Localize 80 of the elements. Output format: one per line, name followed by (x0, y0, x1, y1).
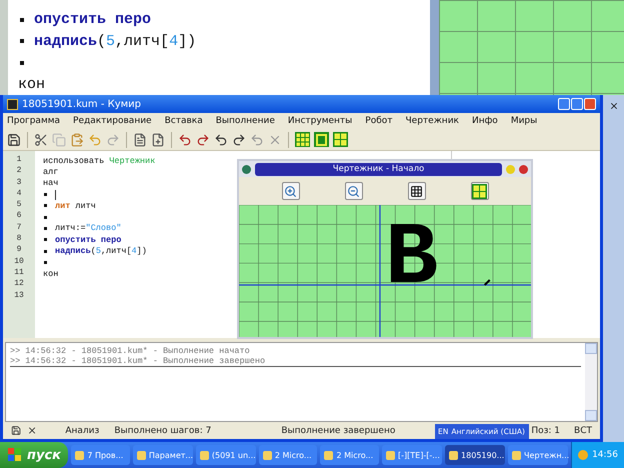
close-icon[interactable] (608, 101, 618, 111)
taskbar-button[interactable]: 1805190... (445, 445, 506, 465)
maximize-button[interactable] (571, 98, 583, 110)
status-text: Анализ (65, 426, 100, 436)
menu-item[interactable]: Выполнение (216, 116, 275, 126)
menu-item[interactable]: Редактирование (73, 116, 152, 126)
frame-icon[interactable] (314, 132, 329, 147)
cut-icon[interactable] (34, 132, 48, 146)
menu-item[interactable]: Инфо (472, 116, 498, 126)
line-number: 13 (13, 290, 25, 302)
line-number: 8 (16, 234, 22, 246)
code-line: опустить перо (43, 234, 122, 246)
code-line: опустить перо (18, 9, 152, 30)
clock: 14:56 (592, 450, 618, 460)
line-number: 9 (16, 245, 22, 256)
minimize-button[interactable] (558, 98, 570, 110)
document-icon[interactable] (133, 132, 147, 146)
paste-icon[interactable] (70, 132, 84, 146)
line-number: 1 (16, 155, 22, 166)
step-icon[interactable] (232, 132, 246, 146)
line-number: 6 (16, 211, 22, 222)
status-text: Выполнение завершено (281, 426, 396, 436)
line-number: 2 (16, 166, 22, 178)
line-number: 11 (13, 268, 25, 279)
close-button[interactable] (519, 164, 528, 174)
code-line: надпись(5,литч[4]) (43, 245, 147, 257)
drawn-letter: В (385, 208, 438, 309)
window-title: 18051901.kum - Кумир (22, 98, 142, 110)
taskbar-button[interactable]: 7 Пров... (71, 445, 130, 465)
menu-item[interactable]: Программа (7, 116, 60, 126)
zoom-out-button[interactable] (344, 182, 362, 200)
close-button[interactable] (584, 98, 596, 110)
menu-item[interactable]: Вставка (164, 116, 203, 126)
code-line: надпись(5,литч[4]) (18, 30, 196, 52)
app-icon (7, 98, 18, 110)
taskbar-button[interactable]: 2 Micro... (258, 445, 318, 465)
log-line: >> 14:56:32 - 18051901.kum* - Выполнение завершено (10, 356, 581, 367)
grid-button[interactable] (408, 182, 426, 200)
log-line: >> 14:56:32 - 18051901.kum* - Выполнение начато (10, 346, 251, 356)
status-text: Выполнено шагов: 7 (114, 426, 212, 436)
taskbar-button[interactable]: (5091 un... (196, 445, 256, 465)
menu-item[interactable]: Чертежник (406, 116, 459, 126)
step-icon[interactable] (196, 132, 210, 146)
code-line: использовать Чертежник (43, 155, 156, 166)
scrollbar[interactable] (585, 343, 597, 421)
line-number: 3 (16, 178, 22, 189)
menu-item[interactable]: Миры (510, 116, 538, 126)
code-editor[interactable]: 1 2 3 4 5 6 7 8 9 10 11 12 13 использовать Чертежник алг нач лит литч литч:="Слово" опустить перо надпись(5,литч[4]) кон Чертежник - Начало В (3, 151, 600, 342)
window-icon (242, 164, 251, 174)
drawer-title: Чертежник - Начало (255, 162, 502, 176)
step-icon[interactable] (214, 132, 228, 146)
line-number: 4 (16, 188, 22, 200)
code-line: кон (18, 74, 46, 95)
save-icon[interactable] (11, 425, 22, 436)
code-line: алг (43, 166, 58, 178)
code-line: кон (43, 268, 58, 280)
document-icon[interactable] (151, 132, 165, 146)
pen-mark (484, 279, 490, 286)
code-line: лит литч (43, 200, 96, 212)
taskbar-button[interactable]: Чертежн... (508, 445, 568, 465)
taskbar-button[interactable]: Парамет... (132, 445, 193, 465)
close-icon[interactable] (27, 425, 38, 436)
menu-item[interactable]: Робот (365, 116, 392, 126)
code-line: нач (43, 178, 58, 189)
code-line: литч:="Слово" (43, 222, 122, 234)
quad-grid-icon[interactable] (333, 132, 348, 147)
menu-item[interactable]: Инструменты (288, 116, 352, 126)
taskbar-button[interactable]: [-][TE]-[-... (382, 445, 442, 465)
flag-icon (8, 448, 22, 462)
save-icon[interactable] (7, 132, 21, 146)
line-number: 7 (16, 222, 22, 234)
line-number: 5 (16, 200, 22, 212)
status-text: ВСТ (574, 426, 592, 436)
line-number: 12 (13, 279, 25, 290)
taskbar-button[interactable]: 2 Micro... (320, 445, 380, 465)
status-text: Поз: 1 (531, 426, 560, 436)
step-icon[interactable] (178, 132, 192, 146)
grid-icon[interactable] (295, 132, 310, 147)
line-number: 10 (13, 256, 25, 268)
zoom-in-button[interactable] (282, 182, 300, 200)
